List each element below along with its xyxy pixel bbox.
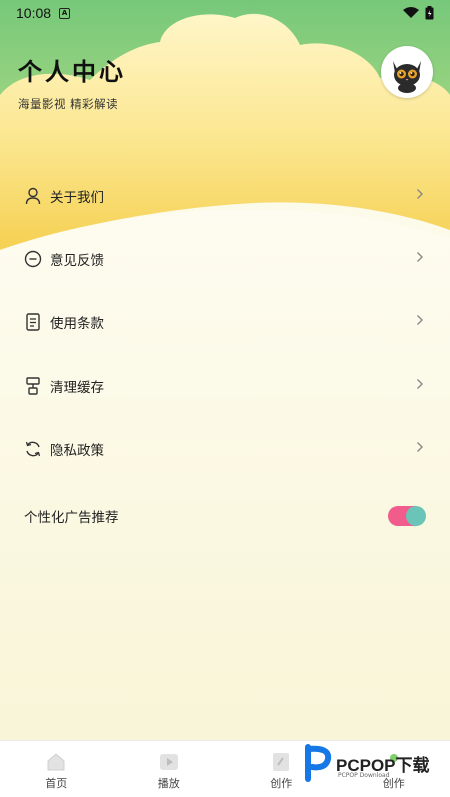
menu-item-feedback[interactable]: 意见反馈 [0, 227, 450, 290]
menu-item-label: 意见反馈 [50, 252, 104, 269]
battery-icon [425, 6, 434, 20]
nav-tab-play[interactable]: 播放 [113, 741, 226, 797]
personalized-ads-row: 个性化广告推荐 [0, 500, 450, 532]
nav-tab-label: 创作 [270, 777, 293, 790]
play-icon [159, 754, 178, 770]
document-icon [24, 313, 42, 331]
page-header: 个人中心 海量影视 精彩解读 [18, 52, 126, 112]
watermark-sub: PCPOP Download [338, 772, 390, 779]
personalized-ads-label: 个性化广告推荐 [24, 510, 119, 526]
chevron-right-icon [416, 378, 424, 394]
menu-item-label: 隐私政策 [50, 442, 104, 459]
avatar[interactable] [381, 46, 433, 98]
cat-avatar-icon [393, 61, 421, 93]
nav-tab-label: 播放 [157, 777, 180, 790]
menu-item-label: 清理缓存 [50, 379, 104, 396]
menu-item-label: 关于我们 [50, 189, 104, 206]
menu-item-terms-of-use[interactable]: 使用条款 [0, 291, 450, 354]
pcpop-watermark: PCPOP下载 PCPOP Download [302, 743, 430, 783]
create-icon [273, 753, 290, 771]
brush-icon [24, 376, 42, 395]
user-icon [24, 187, 42, 205]
status-bar: 10:08 A [0, 0, 450, 26]
notification-icon: A [59, 7, 71, 19]
page-subtitle: 海量影视 精彩解读 [18, 97, 119, 111]
chevron-right-icon [416, 251, 424, 267]
nav-tab-label: 首页 [45, 777, 68, 790]
wifi-icon [403, 7, 419, 18]
toggle-knob [406, 506, 426, 526]
chevron-right-icon [416, 441, 424, 457]
status-time: 10:08 [16, 5, 52, 21]
menu-item-about-us[interactable]: 关于我们 [0, 164, 450, 227]
chat-icon [24, 250, 42, 268]
pcpop-logo-icon [305, 744, 332, 782]
personalized-ads-toggle[interactable] [388, 506, 426, 526]
nav-tab-home[interactable]: 首页 [0, 741, 113, 797]
refresh-icon [24, 440, 42, 458]
status-right-icons [403, 6, 434, 20]
chevron-right-icon [416, 188, 424, 204]
page-title: 个人中心 [18, 58, 126, 86]
chevron-right-icon [416, 314, 424, 330]
home-icon [47, 753, 65, 771]
menu-item-privacy-policy[interactable]: 隐私政策 [0, 417, 450, 480]
menu-item-label: 使用条款 [50, 316, 104, 333]
settings-menu: 关于我们 意见反馈 使用条款 清理缓存 隐私政策 [0, 164, 450, 480]
menu-item-clear-cache[interactable]: 清理缓存 [0, 354, 450, 417]
